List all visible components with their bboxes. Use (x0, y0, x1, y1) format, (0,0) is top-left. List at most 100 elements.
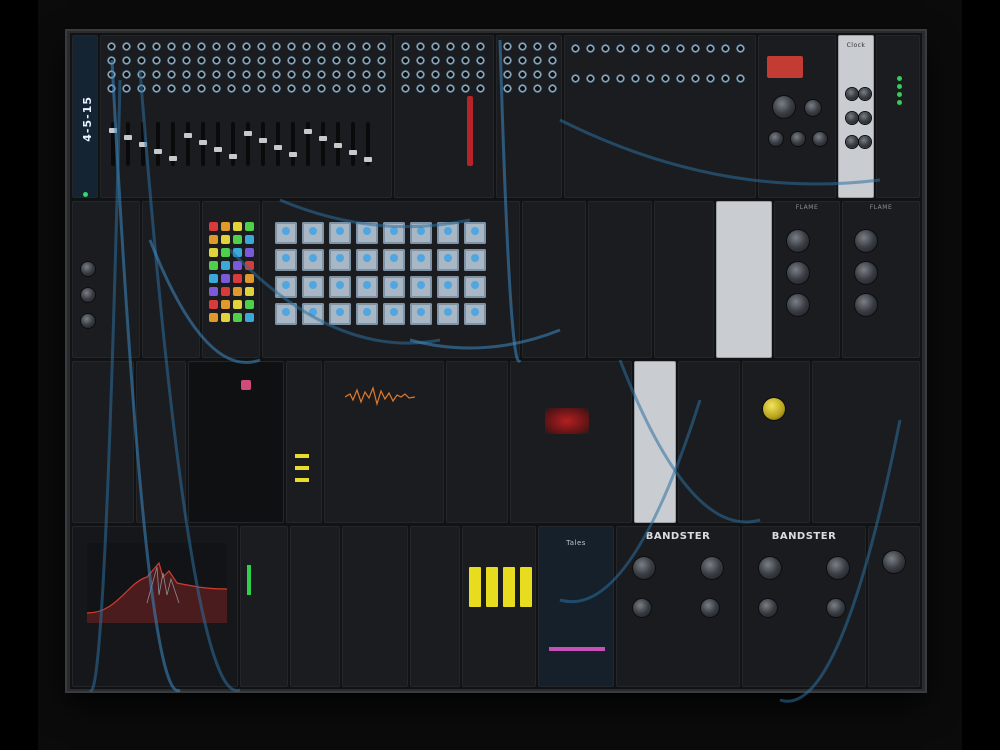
patch-jack[interactable] (332, 70, 341, 79)
step-fader[interactable] (334, 122, 342, 166)
large-knob[interactable] (787, 262, 809, 284)
patch-jack[interactable] (362, 70, 371, 79)
attenuator-module[interactable] (136, 361, 186, 523)
patch-jack[interactable] (122, 70, 131, 79)
patch-jack[interactable] (257, 42, 266, 51)
fader-cap[interactable] (334, 143, 342, 148)
filter-module-a[interactable] (522, 201, 586, 358)
patch-jack[interactable] (548, 84, 557, 93)
patch-jack[interactable] (446, 42, 455, 51)
knob[interactable] (769, 132, 783, 146)
large-knob[interactable] (633, 557, 655, 579)
delay-module[interactable] (342, 526, 408, 687)
knob[interactable] (81, 262, 95, 276)
patch-jack[interactable] (212, 70, 221, 79)
patch-jack[interactable] (287, 42, 296, 51)
vco-module[interactable] (72, 201, 140, 358)
grid-pad[interactable] (356, 303, 378, 325)
vca-strip-module[interactable] (188, 361, 284, 523)
step-fader[interactable] (109, 122, 117, 166)
resonator-module[interactable] (678, 361, 740, 523)
patch-jack[interactable] (461, 56, 470, 65)
step-fader[interactable] (319, 122, 327, 166)
step-fader[interactable] (124, 122, 132, 166)
patch-jack[interactable] (431, 84, 440, 93)
rgb-button[interactable] (221, 300, 230, 309)
patch-jack[interactable] (571, 44, 580, 53)
grid-pad[interactable] (329, 222, 351, 244)
rgb-button[interactable] (233, 274, 242, 283)
patch-jack[interactable] (721, 74, 730, 83)
clock-knob[interactable] (846, 136, 858, 148)
patch-jack[interactable] (362, 42, 371, 51)
large-knob[interactable] (787, 294, 809, 316)
patch-jack[interactable] (518, 70, 527, 79)
grid-pad[interactable] (437, 276, 459, 298)
bandster-module-a[interactable]: BANDSTER (616, 526, 740, 687)
patch-jack[interactable] (167, 42, 176, 51)
patch-jack[interactable] (691, 44, 700, 53)
step-fader[interactable] (154, 122, 162, 166)
patch-jack[interactable] (167, 70, 176, 79)
knob[interactable] (759, 599, 777, 617)
grid-pad[interactable] (410, 303, 432, 325)
mixer-module[interactable] (394, 35, 494, 198)
large-knob[interactable] (827, 557, 849, 579)
rgb-button[interactable] (233, 300, 242, 309)
patch-jack[interactable] (347, 70, 356, 79)
module-rack[interactable]: 4-5-15 Clock FLAME FLAME Tales BANDSTER … (70, 33, 922, 689)
fader-cap[interactable] (319, 136, 327, 141)
patch-jack[interactable] (272, 42, 281, 51)
slider-module[interactable] (716, 201, 772, 358)
yellow-fader[interactable] (520, 567, 532, 607)
patch-jack[interactable] (461, 70, 470, 79)
patch-jack[interactable] (107, 84, 116, 93)
patch-jack[interactable] (661, 74, 670, 83)
patch-jack[interactable] (401, 56, 410, 65)
patch-jack[interactable] (212, 56, 221, 65)
clock-knob[interactable] (859, 112, 871, 124)
patch-jack[interactable] (503, 84, 512, 93)
rgb-button[interactable] (209, 313, 218, 322)
matrix-mixer-module[interactable] (510, 361, 632, 523)
patch-jack[interactable] (317, 42, 326, 51)
patch-jack[interactable] (272, 84, 281, 93)
rgb-button[interactable] (245, 222, 254, 231)
patch-jack[interactable] (377, 84, 386, 93)
rgb-button[interactable] (233, 222, 242, 231)
patch-jack[interactable] (401, 70, 410, 79)
grid-pad[interactable] (464, 249, 486, 271)
rgb-button[interactable] (209, 248, 218, 257)
patch-jack[interactable] (446, 56, 455, 65)
fader-cap[interactable] (109, 128, 117, 133)
patch-jack[interactable] (661, 44, 670, 53)
grid-pad[interactable] (464, 303, 486, 325)
patch-jack[interactable] (416, 56, 425, 65)
output-module[interactable] (868, 526, 920, 687)
mixer-module-b[interactable] (290, 526, 340, 687)
patch-jack[interactable] (302, 84, 311, 93)
patch-jack[interactable] (272, 70, 281, 79)
fader-cap[interactable] (124, 135, 132, 140)
patch-jack[interactable] (721, 44, 730, 53)
patch-jack[interactable] (167, 84, 176, 93)
patch-jack[interactable] (586, 44, 595, 53)
envelope-module[interactable] (758, 35, 836, 198)
fader-cap[interactable] (259, 138, 267, 143)
large-knob[interactable] (701, 557, 723, 579)
grid-pad[interactable] (464, 276, 486, 298)
rgb-button[interactable] (221, 313, 230, 322)
patch-jack[interactable] (257, 56, 266, 65)
step-fader[interactable] (199, 122, 207, 166)
patch-jack[interactable] (182, 42, 191, 51)
patch-jack[interactable] (167, 56, 176, 65)
patch-jack[interactable] (287, 70, 296, 79)
filter-module-d[interactable] (446, 361, 508, 523)
grid-pad[interactable] (410, 276, 432, 298)
wavetable-module[interactable] (324, 361, 444, 523)
patch-jack[interactable] (347, 56, 356, 65)
patch-jack[interactable] (137, 42, 146, 51)
rgb-button[interactable] (221, 274, 230, 283)
knob[interactable] (81, 314, 95, 328)
fader-cap[interactable] (244, 131, 252, 136)
